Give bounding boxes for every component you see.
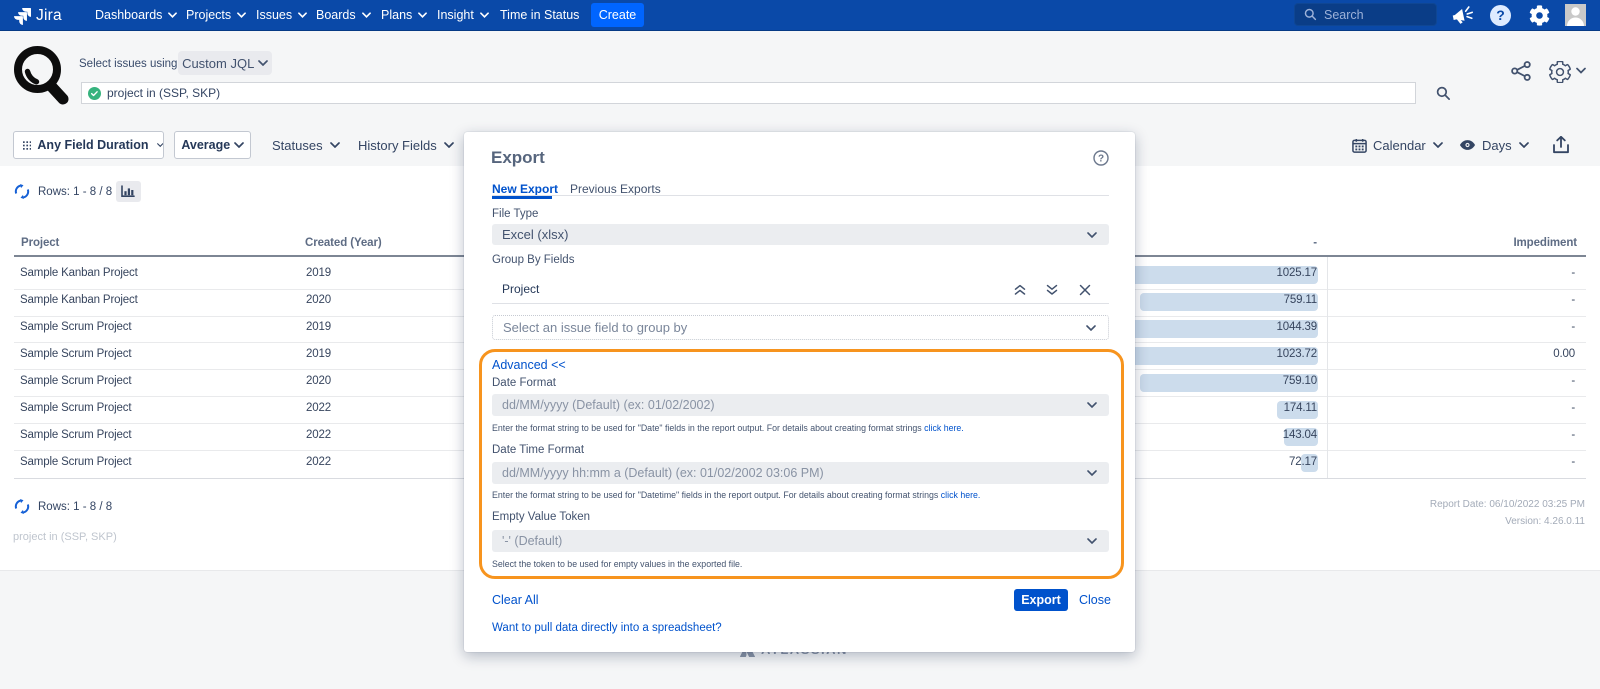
- svg-text:?: ?: [1098, 154, 1104, 165]
